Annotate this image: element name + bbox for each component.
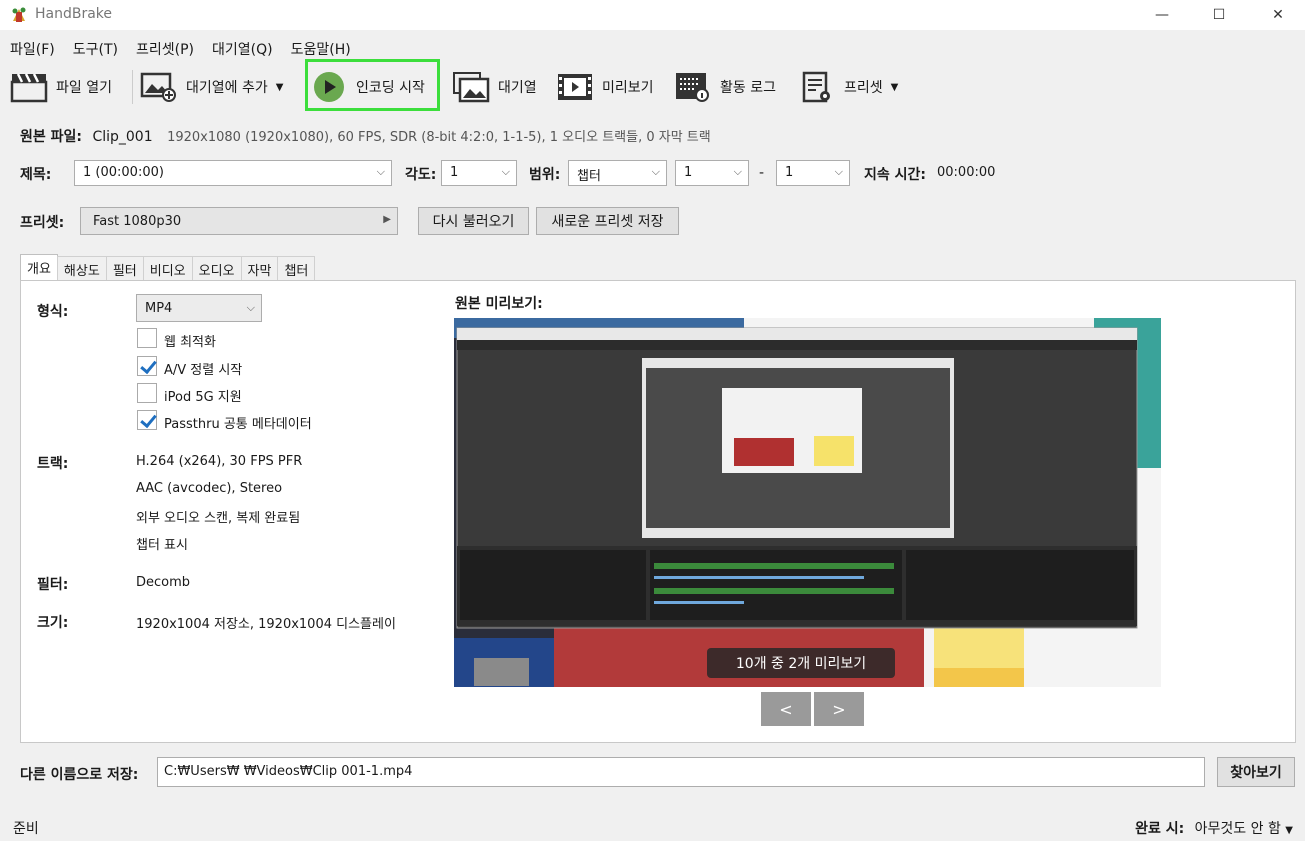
chevron-down-icon: ⌵ [834,165,843,178]
when-done-label: 완료 시: [1135,821,1185,837]
track-scan: 외부 오디오 스캔, 복제 완료됨 [136,511,301,526]
image-add-icon [140,70,178,104]
chevron-down-icon[interactable]: ▼ [891,82,899,93]
open-source-button[interactable]: 파일 열기 [10,66,112,108]
clapperboard-icon [10,70,48,104]
title-select[interactable]: 1 (00:00:00) ⌵ [74,160,392,186]
preset-gear-icon [798,70,836,104]
angle-label: 각도: [405,167,437,183]
when-done-value: 아무것도 안 함 [1194,821,1281,837]
format-label: 형식: [37,304,69,320]
web-optimized-label: 웹 최적화 [164,335,216,350]
menu-file[interactable]: 파일(F) [0,34,63,62]
handbrake-logo-icon [12,7,26,22]
passthru-metadata-checkbox[interactable] [137,410,157,430]
range-start-select[interactable]: 1 ⌵ [675,160,749,186]
range-dash: - [759,165,765,181]
window-title: HandBrake [35,6,113,22]
activity-log-button[interactable]: 활동 로그 [674,66,776,108]
size-value: 1920x1004 저장소, 1920x1004 디스플레이 [136,617,396,632]
presets-button[interactable]: 프리셋 ▼ [798,66,898,108]
chevron-down-icon: ▼ [1285,825,1293,836]
track-audio: AAC (avcodec), Stereo [136,481,283,496]
tab-video[interactable]: 비디오 [142,256,193,280]
align-av-label: A/V 정렬 시작 [164,363,243,378]
chevron-down-icon[interactable]: ▼ [276,82,284,93]
chevron-down-icon: ⌵ [501,165,510,178]
chevron-right-icon: ▶ [383,214,391,225]
settings-tabs: 개요 해상도 필터 비디오 오디오 자막 챕터 [20,254,316,280]
browse-button[interactable]: 찾아보기 [1217,757,1295,787]
preview-frame-graphic [454,318,1161,687]
preview-counter: 10개 중 2개 미리보기 [707,648,895,678]
align-av-checkbox[interactable] [137,356,157,376]
duration-label: 지속 시간: [864,167,926,183]
range-label: 범위: [529,167,561,183]
add-to-queue-button[interactable]: 대기열에 추가 ▼ [140,66,283,108]
save-as-label: 다른 이름으로 저장: [20,767,139,783]
maximize-button[interactable]: ☐ [1196,0,1242,30]
menu-tools[interactable]: 도구(T) [63,34,126,62]
menu-queue[interactable]: 대기열(Q) [202,34,281,62]
filters-value: Decomb [136,575,191,590]
minimize-button[interactable]: — [1139,0,1185,30]
preset-label: 프리셋: [20,215,65,231]
film-icon [556,70,594,104]
preset-selector[interactable]: Fast 1080p30 ▶ [80,207,398,235]
range-end-select[interactable]: 1 ⌵ [776,160,850,186]
tracks-label: 트랙: [37,456,69,472]
ipod-5g-checkbox[interactable] [137,383,157,403]
reload-preset-button[interactable]: 다시 불러오기 [418,207,529,235]
source-label: 원본 파일: [20,129,82,145]
size-label: 크기: [37,615,69,631]
tab-summary[interactable]: 개요 [20,254,58,280]
chevron-down-icon: ⌵ [376,165,385,178]
passthru-metadata-label: Passthru 공통 메타데이터 [164,417,312,432]
angle-select[interactable]: 1 ⌵ [441,160,517,186]
destination-path-input[interactable]: C:₩Users₩ ₩Videos₩Clip 001-1.mp4 [157,757,1205,787]
close-button[interactable]: ✕ [1255,0,1301,30]
source-name: Clip_001 [92,129,153,145]
toolbar: 파일 열기 대기열에 추가 ▼ 인코딩 시작 대기열 미리보기 활동 로그 프리… [0,62,1305,112]
tab-dimensions[interactable]: 해상도 [56,256,107,280]
ipod-5g-label: iPod 5G 지원 [164,390,242,405]
queue-images-icon [452,70,490,104]
menu-help[interactable]: 도움말(H) [281,34,359,62]
chevron-down-icon: ⌵ [733,165,742,178]
title-bar: HandBrake — ☐ ✕ [0,0,1305,30]
toolbar-separator [132,70,133,104]
tab-filters[interactable]: 필터 [105,256,144,280]
source-preview-image [454,318,1161,687]
duration-value: 00:00:00 [937,165,996,180]
start-encode-highlight [305,59,440,111]
preview-title: 원본 미리보기: [455,296,543,312]
track-video: H.264 (x264), 30 FPS PFR [136,454,303,469]
chevron-down-icon: ⌵ [651,165,660,178]
preview-next-button[interactable]: > [814,692,864,726]
track-chapters: 챕터 표시 [136,538,188,553]
format-select[interactable]: MP4 ⌵ [136,294,262,322]
tab-subtitles[interactable]: 자막 [240,256,279,280]
range-type-select[interactable]: 챕터 ⌵ [568,160,667,186]
source-details: 1920x1080 (1920x1080), 60 FPS, SDR (8-bi… [167,130,711,145]
filters-label: 필터: [37,577,69,593]
tab-chapters[interactable]: 챕터 [277,256,316,280]
queue-button[interactable]: 대기열 [452,66,537,108]
summary-panel: 형식: MP4 ⌵ 웹 최적화 A/V 정렬 시작 iPod 5G 지원 Pass… [20,280,1296,743]
menu-presets[interactable]: 프리셋(P) [126,34,202,62]
tab-audio[interactable]: 오디오 [191,256,242,280]
preview-button[interactable]: 미리보기 [556,66,654,108]
log-terminal-icon [674,70,712,104]
chevron-down-icon: ⌵ [246,301,255,314]
title-label: 제목: [20,167,52,183]
preview-prev-button[interactable]: < [761,692,811,726]
menu-bar: 파일(F) 도구(T) 프리셋(P) 대기열(Q) 도움말(H) [0,34,1305,62]
when-done-control[interactable]: 완료 시: 아무것도 안 함 ▼ [1135,818,1293,838]
status-text: 준비 [13,821,39,837]
web-optimized-checkbox[interactable] [137,328,157,348]
source-info-row: 원본 파일: Clip_001 1920x1080 (1920x1080), 6… [20,126,711,146]
save-new-preset-button[interactable]: 새로운 프리셋 저장 [536,207,679,235]
